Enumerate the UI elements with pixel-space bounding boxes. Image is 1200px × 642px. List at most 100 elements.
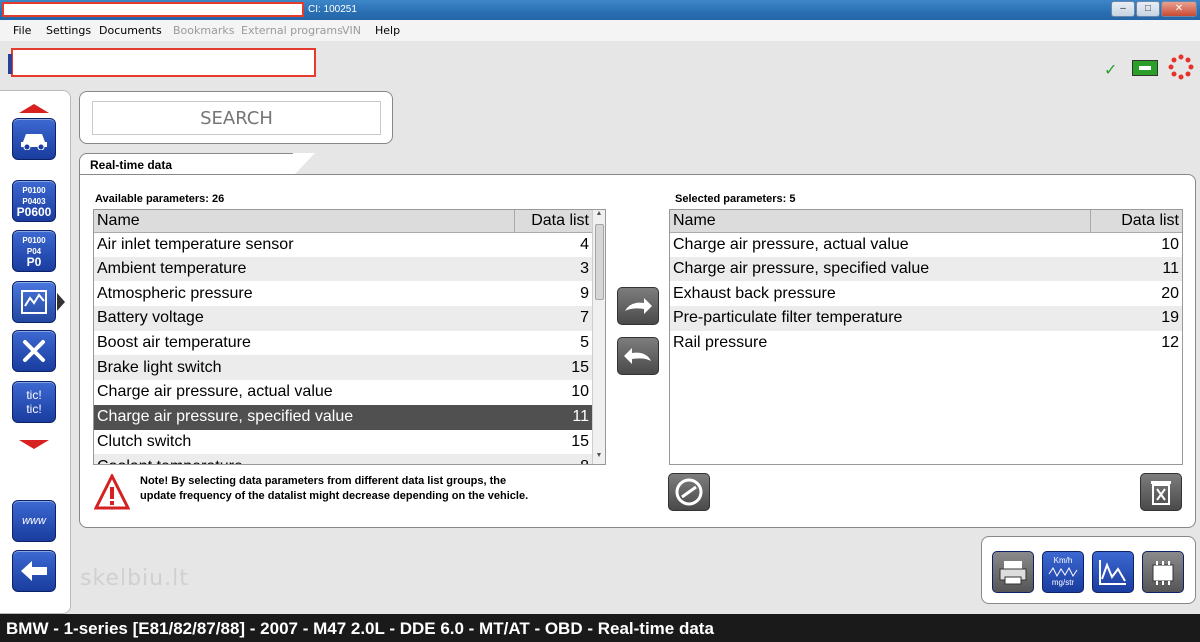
gauge-label-top: Km/h: [1053, 556, 1073, 565]
clear-code-line-3: P0: [26, 254, 42, 269]
parameter-name: Air inlet temperature sensor: [97, 235, 294, 253]
remove-arrow-icon: [624, 348, 651, 364]
table-row[interactable]: Atmospheric pressure 9: [94, 281, 592, 306]
printer-icon: [999, 561, 1027, 585]
parameter-name: Charge air pressure, specified value: [94, 404, 514, 430]
tab-realtime-data[interactable]: Real-time data: [79, 153, 315, 176]
menu-documents[interactable]: Documents: [99, 24, 162, 37]
table-row[interactable]: Charge air pressure, actual value 10: [670, 232, 1182, 257]
data-list-number: 20: [1161, 284, 1179, 302]
add-parameter-button[interactable]: [617, 287, 659, 325]
units-button[interactable]: Km/h mg/str: [1042, 551, 1084, 593]
menu-vin[interactable]: VIN: [342, 24, 361, 37]
data-list-number: 3: [514, 256, 592, 282]
menu-external-programs[interactable]: External programs: [241, 24, 343, 37]
scroll-up-icon[interactable]: ▲: [593, 210, 605, 222]
tic-label-2: tic!: [26, 402, 42, 416]
scroll-down-arrow-icon[interactable]: [19, 440, 49, 449]
available-parameters-list[interactable]: Name Data list Air inlet temperature sen…: [93, 209, 606, 465]
data-list-number: 10: [1161, 235, 1179, 253]
remove-parameter-button[interactable]: [617, 337, 659, 375]
maximize-button[interactable]: □: [1136, 1, 1160, 17]
parameter-name: Rail pressure: [673, 334, 768, 352]
parameter-name: Battery voltage: [94, 306, 514, 331]
title-bar: CI: 100251 – □ ✕: [0, 0, 1200, 20]
menu-bookmarks[interactable]: Bookmarks: [173, 24, 234, 37]
table-row[interactable]: Ambient temperature 3: [94, 256, 592, 282]
gauge-label-bottom: mg/str: [1051, 578, 1075, 587]
data-list-number: 12: [1161, 334, 1179, 352]
table-row[interactable]: Clutch switch 15: [94, 430, 592, 455]
component-icon: [1152, 561, 1174, 585]
data-list-number: 5: [580, 334, 589, 352]
data-list-number: 11: [514, 404, 592, 430]
warning-icon: [94, 474, 130, 510]
bottom-tools-panel: Km/h mg/str: [981, 536, 1196, 604]
column-header-data-list[interactable]: Data list: [513, 210, 592, 233]
back-button[interactable]: [12, 550, 56, 592]
realtime-data-button[interactable]: [12, 281, 56, 323]
car-icon: [21, 134, 47, 150]
available-scrollbar[interactable]: ▲ ▼: [592, 210, 605, 464]
column-header-name[interactable]: Name: [94, 210, 514, 233]
close-button[interactable]: ✕: [1161, 1, 1197, 17]
table-row[interactable]: Coolant temperature8: [94, 454, 592, 464]
scrollbar-thumb[interactable]: [595, 224, 604, 300]
table-row[interactable]: Brake light switch 15: [94, 355, 592, 381]
table-row[interactable]: Charge air pressure, specified value 11: [94, 404, 592, 430]
watermark-text: skelbiu.lt: [80, 566, 189, 591]
window-title: CI: 100251: [308, 4, 357, 15]
table-row[interactable]: Exhaust back pressure 20: [670, 281, 1182, 306]
print-button[interactable]: [992, 551, 1034, 593]
status-bar: BMW - 1-series [E81/82/87/88] - 2007 - M…: [0, 614, 1200, 642]
reset-icon: [675, 478, 703, 506]
table-row[interactable]: Charge air pressure, actual value 10: [94, 380, 592, 405]
delete-all-button[interactable]: [1140, 473, 1182, 511]
vehicle-button[interactable]: [12, 118, 56, 160]
search-input[interactable]: [92, 101, 381, 135]
clear-code-line-1: P0100: [22, 235, 46, 245]
tools-icon: [23, 340, 45, 362]
minimize-button[interactable]: –: [1111, 1, 1135, 17]
data-list-number: 8: [514, 454, 592, 464]
active-pointer-icon: [57, 293, 65, 311]
parameter-name: Boost air temperature: [97, 334, 251, 352]
tools-button[interactable]: [12, 330, 56, 372]
selected-parameters-list[interactable]: Name Data list Charge air pressure, actu…: [669, 209, 1183, 465]
component-button[interactable]: [1142, 551, 1184, 593]
main-panel: Available parameters: 26 Name Data list …: [79, 174, 1196, 528]
table-row[interactable]: Rail pressure 12: [670, 331, 1182, 356]
www-button[interactable]: www: [12, 500, 56, 542]
data-list-number: 9: [580, 284, 589, 302]
menu-help[interactable]: Help: [375, 24, 400, 37]
reset-button[interactable]: [668, 473, 710, 511]
logo-highlight-box: [8, 48, 316, 77]
parameter-name: Exhaust back pressure: [673, 284, 836, 302]
table-row[interactable]: Pre-particulate filter temperature 19: [670, 306, 1182, 331]
parameter-name: Charge air pressure, actual value: [97, 383, 333, 401]
table-row[interactable]: Battery voltage 7: [94, 306, 592, 331]
data-list-number: 19: [1090, 306, 1182, 331]
parameter-name: Atmospheric pressure: [97, 284, 253, 302]
realtime-data-icon: [21, 290, 47, 314]
table-row[interactable]: Air inlet temperature sensor 4: [94, 232, 592, 257]
scroll-up-arrow-icon[interactable]: [19, 104, 49, 113]
column-header-data-list[interactable]: Data list: [1089, 210, 1182, 233]
trouble-codes-button[interactable]: P0100 P0403 P0600: [12, 180, 56, 222]
clear-codes-button[interactable]: P0100 P04 P0: [12, 230, 56, 272]
add-arrow-icon: [625, 298, 652, 314]
table-row[interactable]: Boost air temperature 5: [94, 331, 592, 356]
data-list-number: 15: [571, 432, 589, 450]
search-panel: [79, 91, 393, 144]
tic-button[interactable]: tic! tic!: [12, 381, 56, 423]
checkmark-icon: ✓: [1104, 62, 1118, 79]
table-row[interactable]: Charge air pressure, specified value 11: [670, 256, 1182, 282]
graph-button[interactable]: [1092, 551, 1134, 593]
tic-label-1: tic!: [26, 388, 42, 402]
note-line-1: Note! By selecting data parameters from …: [140, 475, 507, 487]
data-list-number: 11: [1090, 256, 1182, 282]
column-header-name[interactable]: Name: [670, 210, 1090, 233]
menu-file[interactable]: File: [13, 24, 31, 37]
menu-settings[interactable]: Settings: [46, 24, 91, 37]
scroll-down-icon[interactable]: ▼: [593, 452, 605, 464]
